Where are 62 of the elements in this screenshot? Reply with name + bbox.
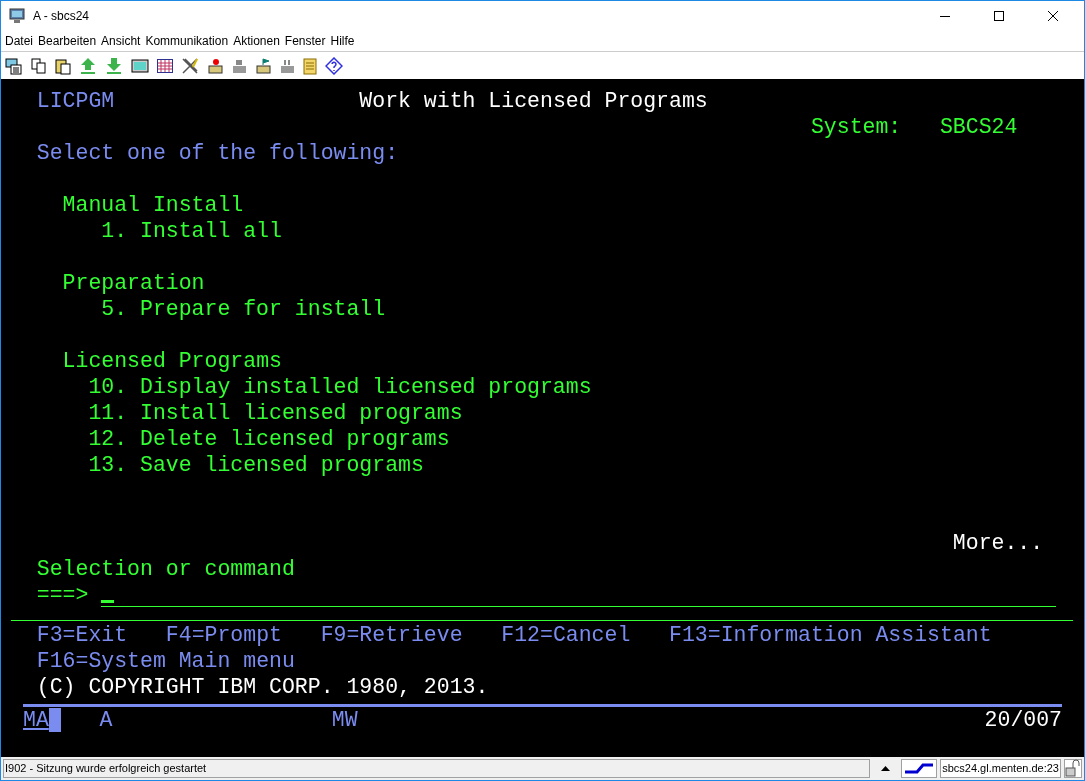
function-key-label: F4=Prompt [165,622,282,648]
menu-item[interactable]: Fenster [284,32,326,50]
connection-icon [901,759,938,778]
option-number: 13. [88,452,128,478]
option-number: 5. [100,296,128,322]
function-key-label: F12=Cancel [501,622,631,648]
option-label: Install licensed programs [140,400,463,426]
caret-icon[interactable] [881,766,891,771]
window-title: A - sbcs24 [33,8,90,25]
instruction-text: Select one of the following: [36,140,399,166]
option-number: 11. [88,400,128,426]
program-name: LICPGM [36,88,115,114]
option-number: 10. [88,374,128,400]
close-icon [1048,11,1058,21]
paste-icon[interactable] [55,56,71,75]
more-indicator: More... [952,530,1044,556]
menu-item[interactable]: Datei [5,32,33,50]
option-number: 1. [100,218,128,244]
function-key-label: F3=Exit [36,622,128,648]
group-heading: Manual Install [62,192,244,218]
function-key-label: F9=Retrieve [320,622,463,648]
system-name: SBCS24 [939,114,1018,140]
cursor-position: 20/007 [984,707,1062,733]
system-label: System: [810,114,902,140]
menu-item[interactable]: Kommunikation [145,32,229,50]
download-arrow-icon[interactable] [105,56,123,75]
prompt-label: Selection or command [36,556,295,582]
upload-arrow-icon[interactable] [79,56,97,75]
option-label: Install all [140,218,282,244]
screens-icon[interactable] [5,56,23,75]
copy-icon[interactable] [31,57,47,74]
menu-item[interactable]: Hilfe [330,32,355,50]
menu-item[interactable]: Aktionen [233,32,280,50]
copyright-text: (C) COPYRIGHT IBM CORP. 1980, 2013. [36,674,489,700]
grid-icon[interactable] [157,58,173,73]
group-heading: Licensed Programs [62,348,282,374]
group-heading: Preparation [62,270,205,296]
host-address: sbcs24.gl.menten.de:23 [940,759,1061,778]
operator-indicator: A [99,707,113,733]
menu-item[interactable]: Bearbeiten [38,32,97,50]
operator-indicator: MA [23,707,49,733]
monitor-icon [9,8,25,24]
function-key-label: F16=System Main menu [36,648,295,674]
option-label: Prepare for install [140,296,386,322]
option-label: Display installed licensed programs [140,374,592,400]
screen-icon[interactable] [131,58,149,73]
screen-title: Work with Licensed Programs [359,88,708,114]
minimize-icon [940,15,950,17]
help-icon[interactable] [325,56,343,75]
padlock-icon [1064,759,1082,778]
operator-indicator: MW [331,707,358,733]
function-key-label: F13=Information Assistant [669,622,992,648]
maximize-icon [994,11,1004,21]
option-number: 12. [88,426,128,452]
option-label: Save licensed programs [140,452,424,478]
flag-icon[interactable] [255,57,271,74]
record-icon[interactable] [207,57,223,74]
option-label: Delete licensed programs [140,426,450,452]
prompt-arrow: ===> [36,582,89,608]
status-message: I902 - Sitzung wurde erfolgreich gestartet [3,759,871,778]
text-cursor [101,600,115,603]
menu-item[interactable]: Ansicht [101,32,141,50]
